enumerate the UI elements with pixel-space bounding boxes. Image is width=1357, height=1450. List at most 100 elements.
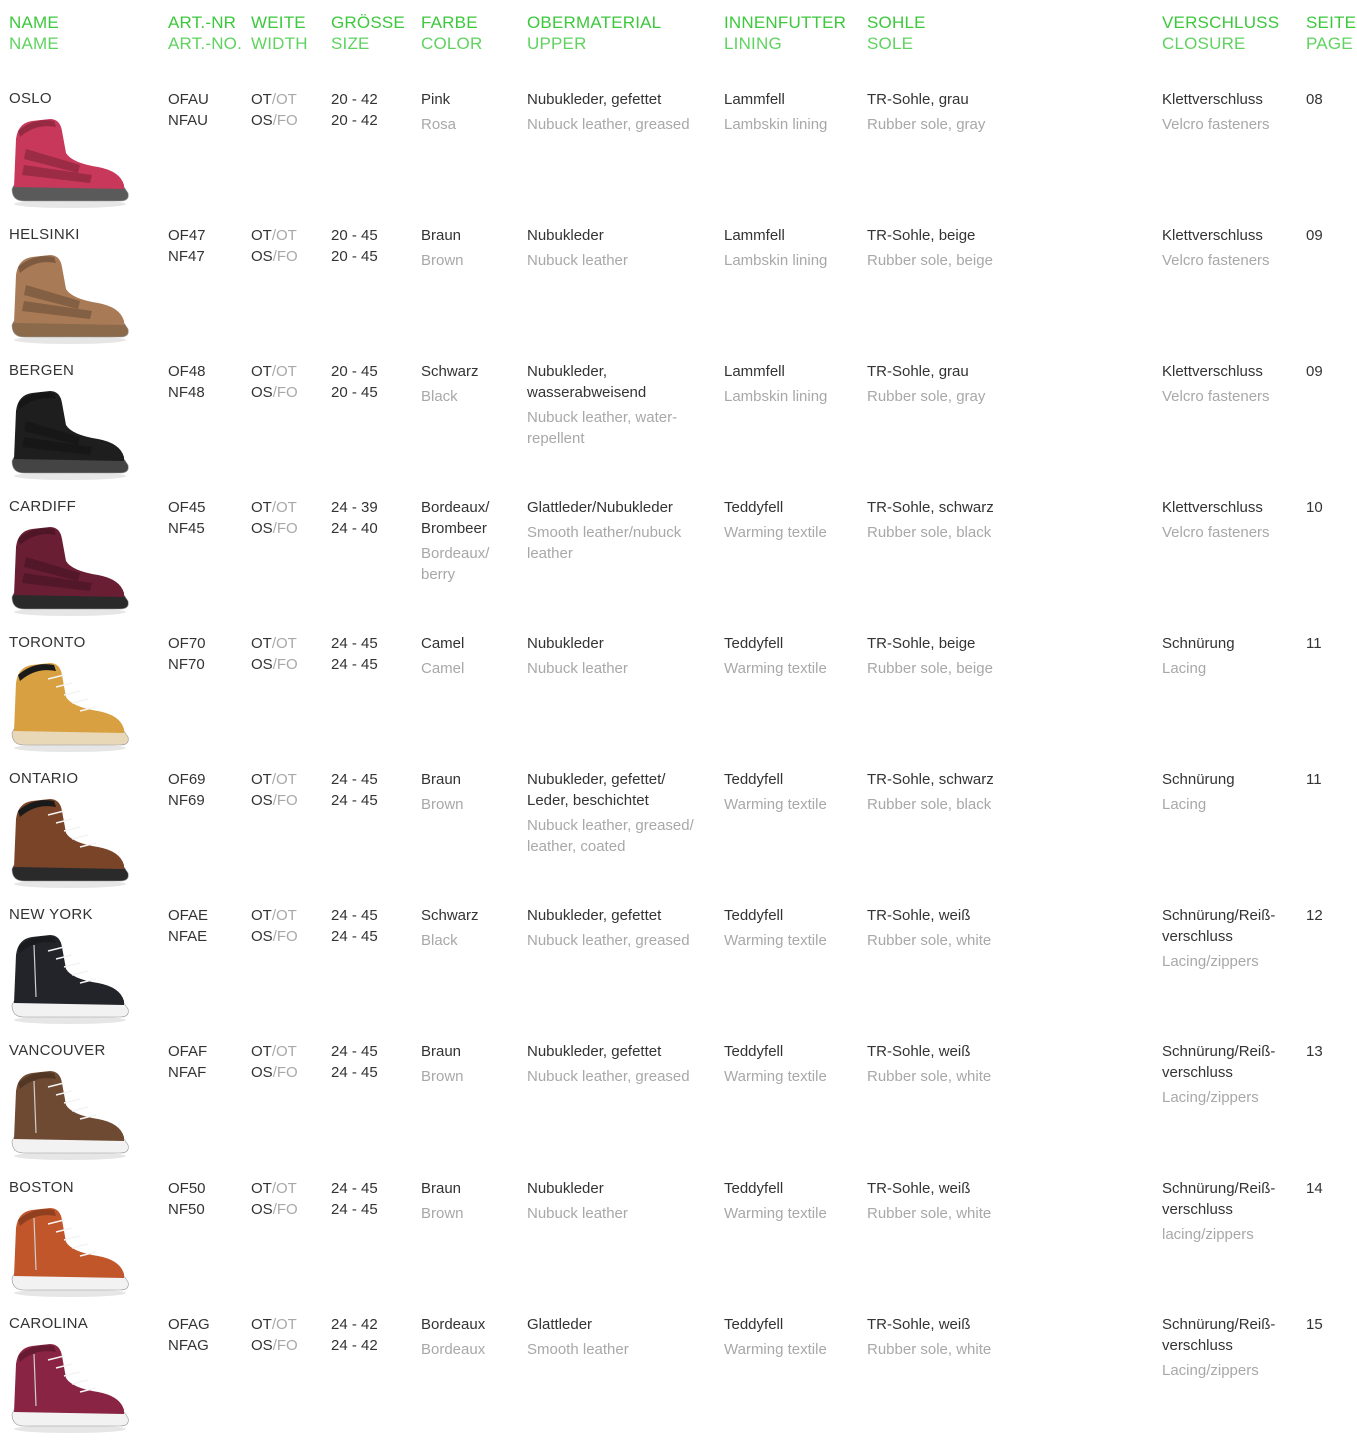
- width-ot-a: OT: [251, 499, 272, 516]
- lining-de: Teddyfell: [724, 907, 784, 924]
- width-ot-a: OT: [251, 907, 272, 924]
- product-row: BOSTON OF50 NF50 OT/OT OS/FO 24 - 45 24 …: [0, 1178, 1357, 1314]
- size-cell: 24 - 45 24 - 45: [331, 769, 378, 811]
- article-number-os: NFAE: [168, 928, 208, 945]
- shoe-lace: [63, 962, 81, 968]
- upper-cell: Glattleder Smooth leather: [527, 1314, 711, 1360]
- sole-cell: TR-Sohle, weiß Rubber sole, white: [867, 1041, 1067, 1087]
- product-name: CAROLINA: [9, 1315, 89, 1332]
- product-row: ONTARIO OF69 NF69 OT/OT OS/FO 24 - 45 24…: [0, 769, 1357, 905]
- upper-de: Nubukleder: [527, 635, 604, 652]
- header-upper-en: UPPER: [527, 34, 587, 53]
- article-number-ot: OF70: [168, 635, 206, 652]
- sole-en: Rubber sole, gray: [867, 116, 986, 133]
- closure-cell: Schnürung/Reiß- verschluss Lacing/zipper…: [1162, 905, 1290, 972]
- article-numbers: OF70 NF70: [168, 633, 206, 675]
- header-page-de: SEITE: [1306, 13, 1357, 32]
- upper-cell: Nubukleder Nubuck leather: [527, 225, 711, 271]
- sole-en: Rubber sole, gray: [867, 388, 986, 405]
- lining-en: Warming textile: [724, 796, 827, 813]
- width-os: OS/FO: [251, 1335, 298, 1356]
- sole-en: Rubber sole, black: [867, 524, 992, 541]
- color-de: Pink: [421, 91, 451, 108]
- size-cell: 24 - 45 24 - 45: [331, 905, 378, 947]
- width-cell: OT/OT OS/FO: [251, 1041, 298, 1083]
- lining-cell: Teddyfell Warming textile: [724, 1041, 859, 1087]
- color-cell: Braun Brown: [421, 769, 503, 815]
- upper-de: Nubukleder, gefettet: [527, 1043, 662, 1060]
- closure-cell: Klettverschluss Velcro fasteners: [1162, 361, 1290, 407]
- closure-en: Lacing/zippers: [1162, 1089, 1259, 1106]
- sole-cell: TR-Sohle, grau Rubber sole, gray: [867, 89, 1067, 135]
- color-en: Brown: [421, 796, 464, 813]
- size-cell: 20 - 42 20 - 42: [331, 89, 378, 131]
- article-numbers: OF50 NF50: [168, 1178, 206, 1220]
- article-number-ot: OFAG: [168, 1316, 210, 1333]
- header-size-en: SIZE: [331, 34, 370, 53]
- size-os: 20 - 45: [331, 384, 378, 401]
- color-cell: Braun Brown: [421, 225, 503, 271]
- shoe-lace: [63, 690, 81, 696]
- color-de: Braun: [421, 771, 462, 788]
- width-ot-a: OT: [251, 635, 272, 652]
- article-numbers: OFAE NFAE: [168, 905, 208, 947]
- upper-de: Nubukleder, wasserabweisend: [527, 363, 647, 401]
- upper-de: Nubukleder, gefettet: [527, 91, 662, 108]
- width-os-a: OS: [251, 656, 273, 673]
- width-os-b: FO: [276, 1064, 298, 1081]
- sole-cell: TR-Sohle, weiß Rubber sole, white: [867, 1178, 1067, 1224]
- color-en: Black: [421, 388, 458, 405]
- width-cell: OT/OT OS/FO: [251, 1178, 298, 1220]
- width-os-a: OS: [251, 248, 273, 265]
- article-number-os: NF47: [168, 248, 205, 265]
- width-os: OS/FO: [251, 654, 298, 675]
- upper-cell: Nubukleder Nubuck leather: [527, 1178, 711, 1224]
- lining-cell: Lammfell Lambskin lining: [724, 361, 859, 407]
- closure-en: Velcro fasteners: [1162, 388, 1270, 405]
- upper-de: Nubukleder, gefettet/ Leder, beschichtet: [527, 771, 666, 809]
- color-de: Braun: [421, 1043, 462, 1060]
- closure-en: lacing/zippers: [1162, 1226, 1254, 1243]
- shoe-lace: [71, 1379, 89, 1385]
- upper-cell: Nubukleder, gefettet/ Leder, beschichtet…: [527, 769, 711, 857]
- lining-de: Lammfell: [724, 91, 785, 108]
- sole-de: TR-Sohle, grau: [867, 91, 969, 108]
- width-os-b: FO: [276, 1337, 298, 1354]
- article-numbers: OF45 NF45: [168, 497, 206, 539]
- closure-de: Klettverschluss: [1162, 499, 1263, 516]
- lining-cell: Teddyfell Warming textile: [724, 497, 859, 543]
- shoe-lace: [63, 1235, 81, 1241]
- closure-de: Schnürung/Reiß- verschluss: [1162, 907, 1276, 945]
- width-cell: OT/OT OS/FO: [251, 361, 298, 403]
- size-ot: 24 - 39: [331, 499, 378, 516]
- shoe-image: [11, 527, 129, 616]
- width-ot: OT/OT: [251, 497, 298, 518]
- sole-de: TR-Sohle, schwarz: [867, 499, 994, 516]
- product-row: CAROLINA OFAG NFAG OT/OT OS/FO 24 - 42 2…: [0, 1314, 1357, 1450]
- header-lining-en: LINING: [724, 34, 782, 53]
- header-art: ART.-NR ART.-NO.: [168, 12, 242, 54]
- header-width: WEITE WIDTH: [251, 12, 308, 54]
- shoe-image: [11, 1344, 129, 1433]
- upper-en: Nubuck leather: [527, 252, 628, 269]
- color-cell: Bordeaux Bordeaux: [421, 1314, 503, 1360]
- width-os: OS/FO: [251, 926, 298, 947]
- shoe-lace: [63, 826, 81, 832]
- lining-cell: Lammfell Lambskin lining: [724, 89, 859, 135]
- product-row: VANCOUVER OFAF NFAF OT/OT OS/FO 24 - 45 …: [0, 1041, 1357, 1177]
- article-number-os: NF48: [168, 384, 205, 401]
- closure-cell: Schnürung Lacing: [1162, 769, 1290, 815]
- shoe-image: [11, 663, 129, 752]
- width-cell: OT/OT OS/FO: [251, 497, 298, 539]
- color-cell: Pink Rosa: [421, 89, 503, 135]
- article-number-os: NF50: [168, 1201, 205, 1218]
- sole-de: TR-Sohle, beige: [867, 635, 976, 652]
- shoe-image: [11, 935, 129, 1024]
- header-upper-de: OBERMATERIAL: [527, 13, 662, 32]
- article-number-ot: OF45: [168, 499, 206, 516]
- width-os-b: FO: [276, 384, 298, 401]
- width-os-a: OS: [251, 1337, 273, 1354]
- lining-en: Warming textile: [724, 1205, 827, 1222]
- article-numbers: OF47 NF47: [168, 225, 206, 267]
- product-name: VANCOUVER: [9, 1042, 106, 1059]
